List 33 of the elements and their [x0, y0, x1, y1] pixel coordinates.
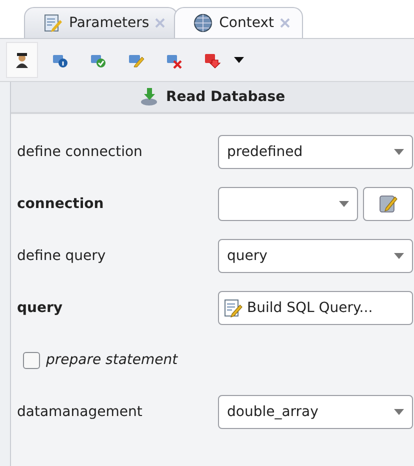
- dropdown[interactable]: double_array: [218, 395, 413, 429]
- caret-icon: [339, 201, 349, 207]
- build-query-button[interactable]: Build SQL Query...: [218, 291, 413, 325]
- checkbox-label: prepare statement: [46, 352, 178, 368]
- edit-connection-button[interactable]: [363, 187, 413, 221]
- info-icon: [52, 54, 67, 67]
- globe-icon: [193, 13, 214, 33]
- delete-icon: [166, 54, 182, 68]
- person-icon: [16, 52, 28, 68]
- arrow-down-icon: [204, 54, 220, 68]
- tab[interactable]: Context: [174, 7, 303, 38]
- checkbox[interactable]: [23, 352, 40, 368]
- dropdown[interactable]: predefined: [218, 135, 413, 169]
- operator-header: Read Database: [11, 82, 414, 114]
- database-download-icon: [140, 88, 160, 106]
- parameter-label: define query: [17, 248, 107, 264]
- document-edit-icon: [43, 13, 63, 33]
- caret-icon: [394, 149, 404, 155]
- caret-icon: [394, 253, 404, 259]
- check-icon: [90, 54, 105, 67]
- database-edit-icon: [377, 193, 399, 215]
- parameter-label: connection: [17, 196, 105, 212]
- pencil-icon: [128, 54, 144, 67]
- toolbar-button[interactable]: [6, 42, 38, 78]
- caret-icon: [394, 409, 404, 415]
- tab[interactable]: Parameters: [24, 7, 178, 38]
- parameter-label: query: [17, 300, 64, 316]
- document-edit-icon: [223, 298, 243, 318]
- parameter-label: datamanagement: [17, 404, 144, 420]
- dropdown[interactable]: query: [218, 239, 413, 273]
- dropdown-caret-icon[interactable]: [234, 57, 244, 63]
- parameter-label: define connection: [17, 144, 144, 160]
- dropdown[interactable]: [218, 187, 358, 221]
